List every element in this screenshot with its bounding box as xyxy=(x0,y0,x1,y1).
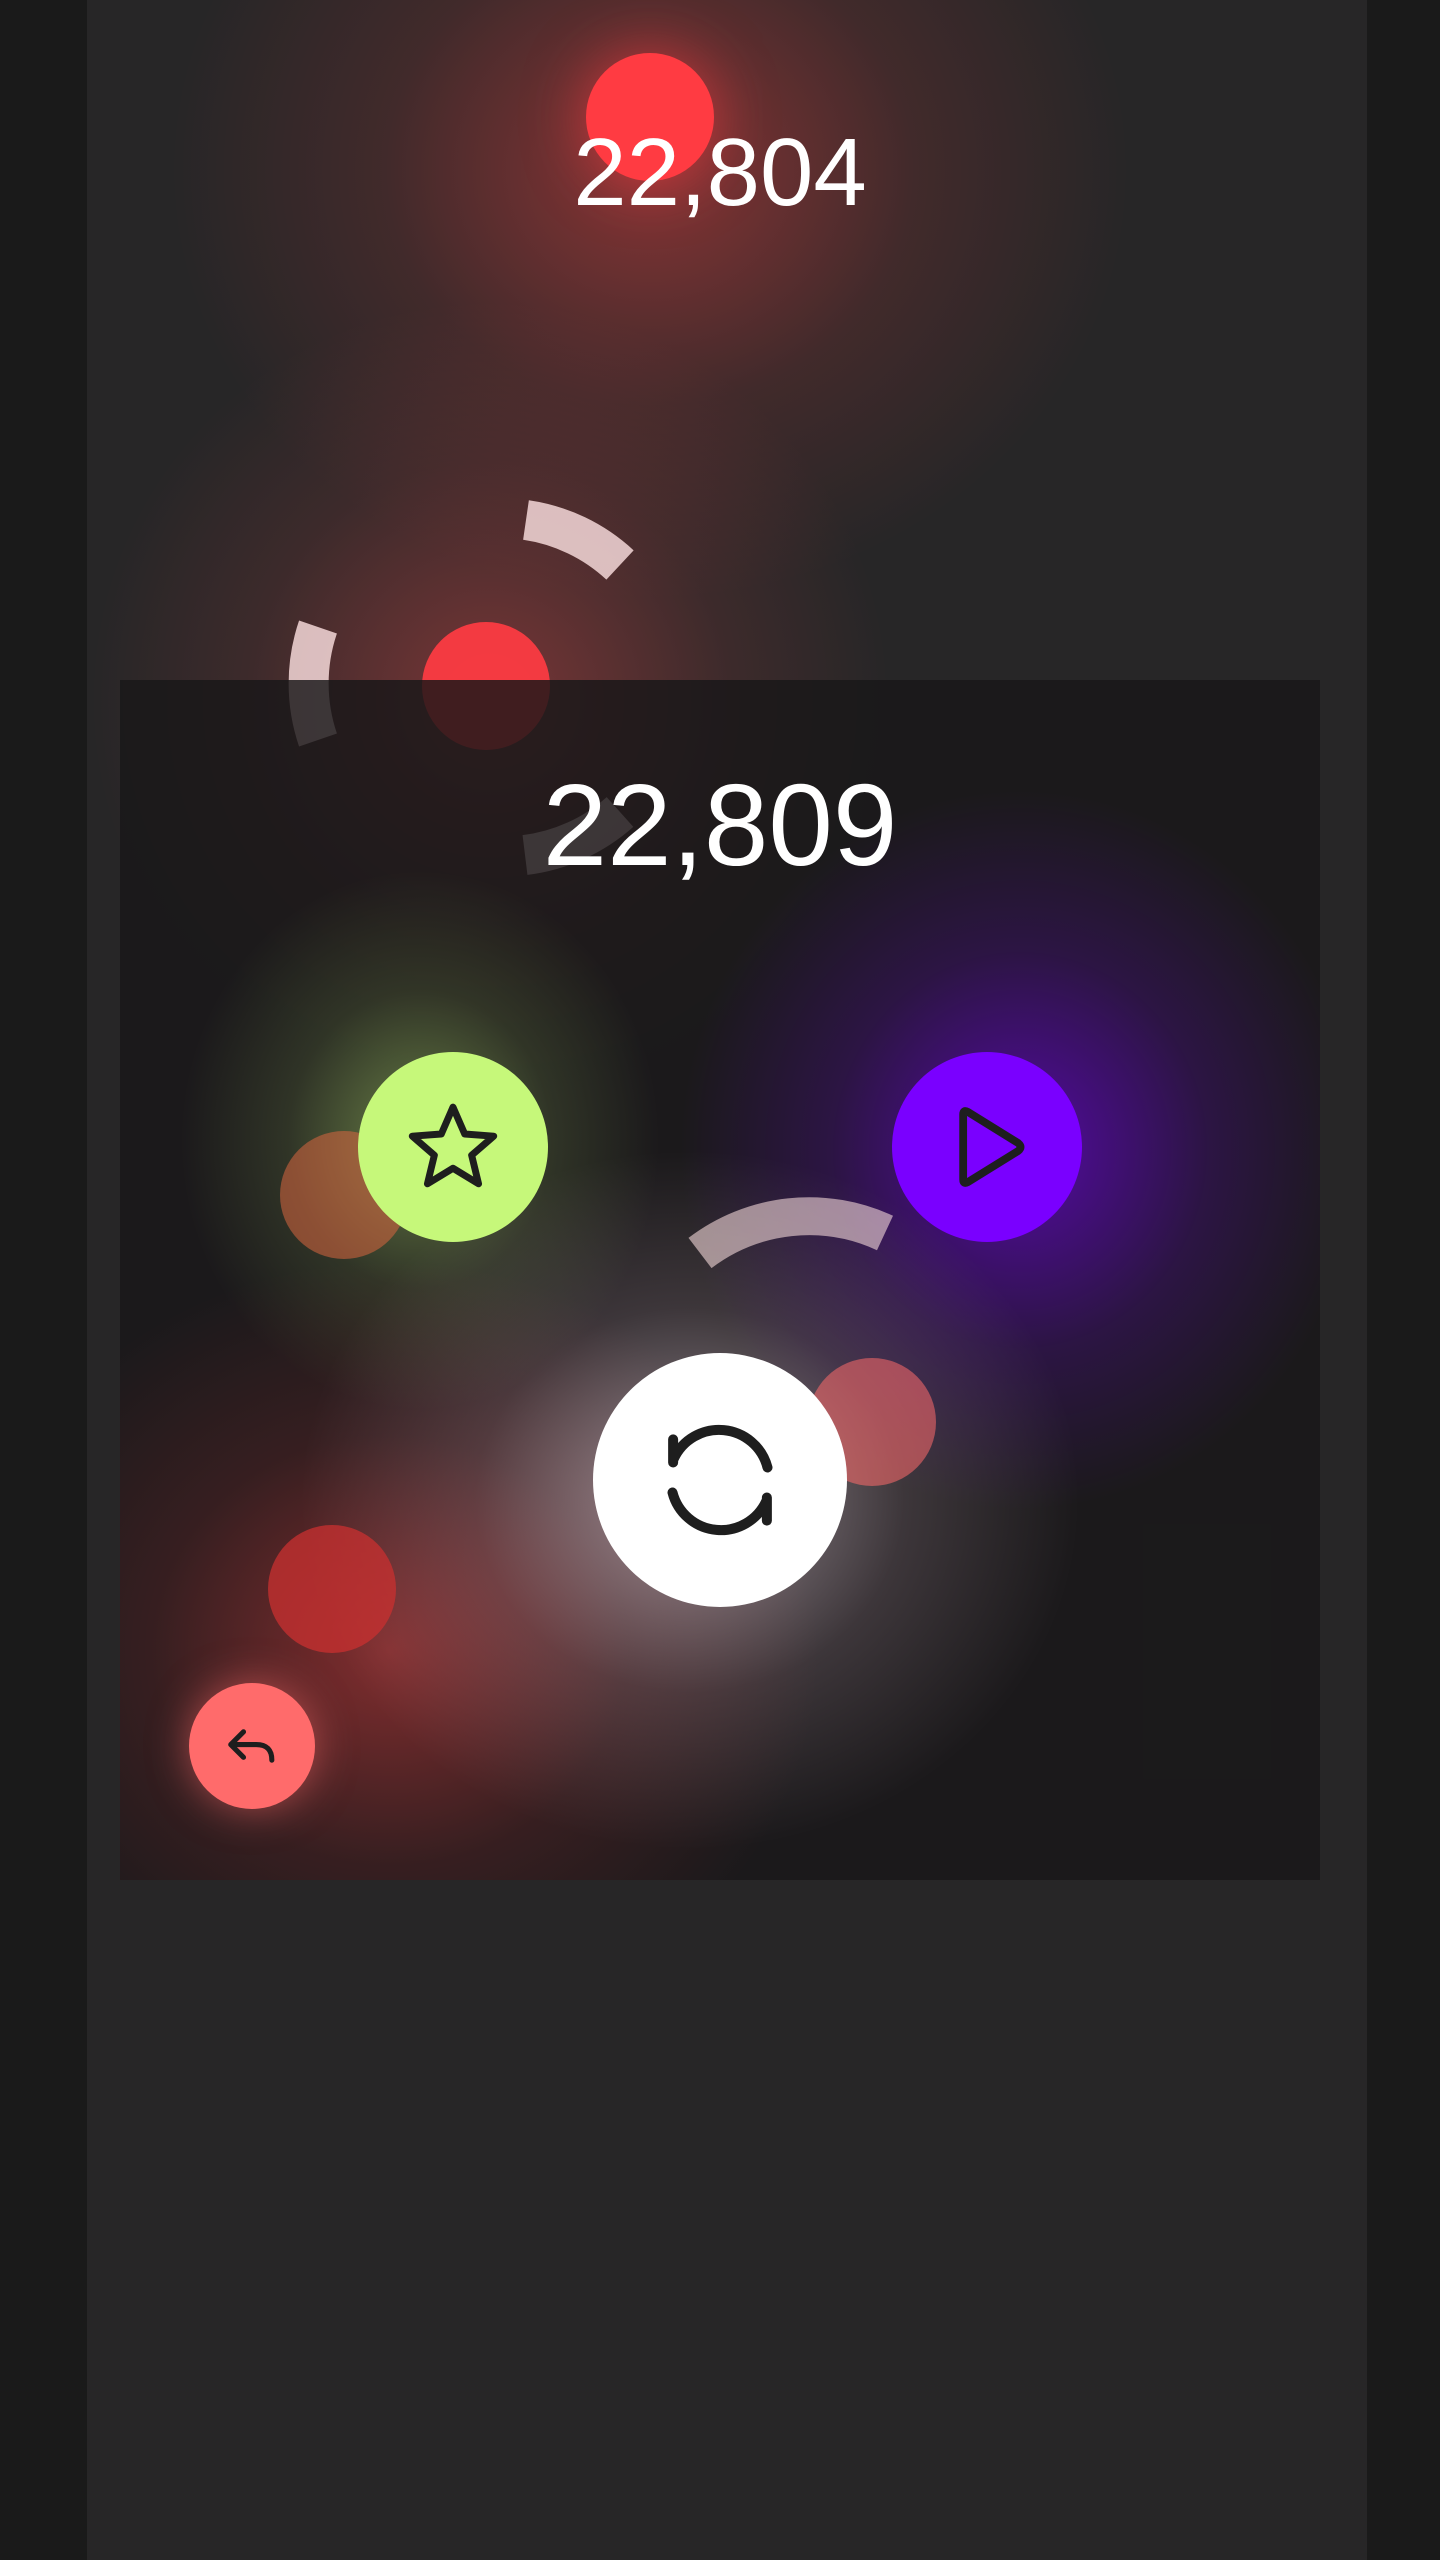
enemy-dot xyxy=(268,1525,396,1653)
game-over-panel: 22,809 xyxy=(120,680,1320,1880)
game-screen: 22,804 22,809 xyxy=(0,0,1440,2560)
final-score: 22,809 xyxy=(542,760,898,890)
rate-button[interactable] xyxy=(358,1052,548,1242)
restart-button[interactable] xyxy=(593,1353,847,1607)
live-score: 22,804 xyxy=(573,119,867,226)
back-arrow-icon xyxy=(218,1712,286,1780)
star-icon xyxy=(401,1095,505,1199)
back-button[interactable] xyxy=(189,1683,315,1809)
play-button[interactable] xyxy=(892,1052,1082,1242)
play-icon xyxy=(935,1095,1039,1199)
restart-icon xyxy=(645,1405,795,1555)
